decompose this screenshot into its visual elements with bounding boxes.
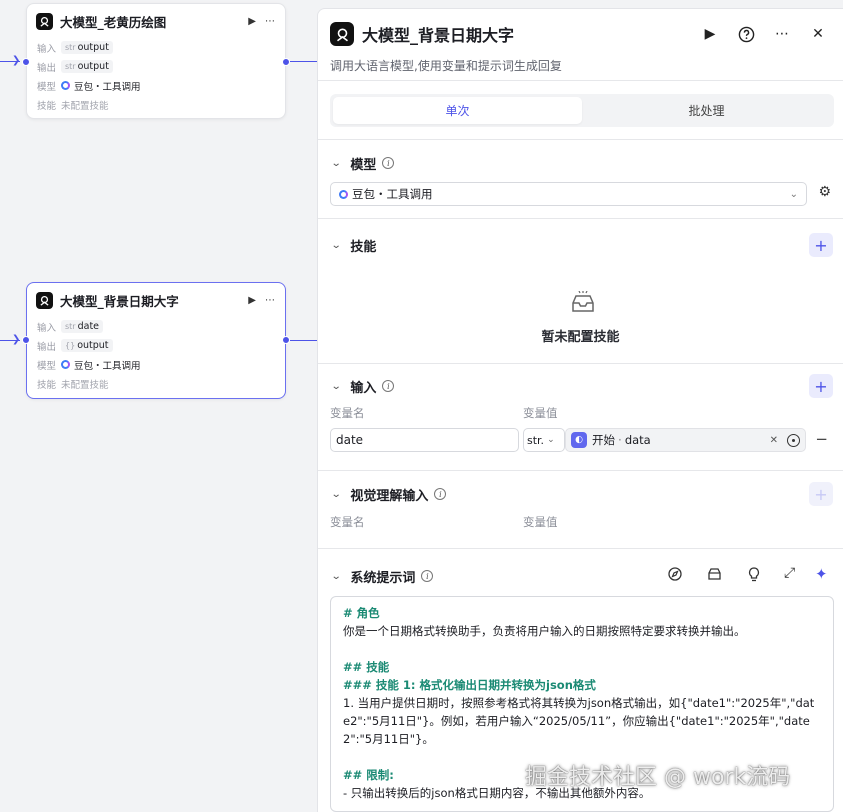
prompt-line (343, 748, 821, 766)
target-icon[interactable] (787, 433, 800, 447)
node-title: 大模型_背景日期大字 (60, 293, 179, 309)
edge-out-node-2 (290, 340, 317, 341)
chevron-down-icon[interactable]: ⌄ (331, 489, 342, 500)
doubao-model-icon (339, 189, 348, 199)
prompt-line: ## 技能 (343, 660, 390, 674)
variable-name-input[interactable]: date (330, 428, 519, 452)
system-prompt-section: ⌄ 系统提示词 i ⤢ ✦ # 角色 你是一个日期格式转换助手，负责将用户输入的… (318, 549, 843, 812)
add-input-button[interactable]: + (809, 374, 833, 398)
prompt-line (343, 640, 821, 658)
chevron-down-icon[interactable]: ⌄ (331, 571, 342, 582)
column-label-name: 变量名 (330, 406, 365, 420)
add-vision-input-button[interactable]: + (809, 482, 833, 506)
prompt-line: # 角色 (343, 606, 380, 620)
close-icon[interactable]: ✕ (805, 21, 831, 47)
node-output-row: 输出 str output (27, 57, 285, 76)
ai-optimize-icon[interactable]: ✦ (815, 565, 828, 583)
inputs-section: ⌄ 输入 i + 变量名 变量值 date str. ⌄ ◐ 开始 · data… (318, 364, 843, 471)
add-skill-button[interactable]: + (809, 233, 833, 257)
chevron-down-icon: ⌄ (789, 188, 798, 200)
node-model-row: 模型 豆包・工具调用 (37, 360, 141, 372)
node-config-panel: 大模型_背景日期大字 ▶ ⋯ ✕ 调用大语言模型,使用变量和提示词生成回复 单次… (317, 8, 843, 812)
model-section: ⌄ 模型 i 豆包・工具调用 ⌄ ⚙ (318, 140, 843, 219)
compass-icon[interactable] (668, 567, 682, 585)
llm-node-icon (36, 291, 53, 309)
info-icon[interactable]: i (421, 570, 434, 582)
info-icon[interactable]: i (382, 157, 395, 169)
chevron-down-icon[interactable]: ⌄ (331, 158, 342, 169)
prompt-line: 1. 当用户提供日期时，按照参考格式将其转换为json格式输出，如{"date1… (343, 696, 815, 746)
node-input-port[interactable] (22, 336, 30, 344)
node-input-port[interactable] (22, 58, 30, 66)
remove-input-icon[interactable]: − (815, 430, 828, 448)
system-prompt-editor[interactable]: # 角色 你是一个日期格式转换助手，负责将用户输入的日期按照特定要求转换并输出。… (330, 596, 834, 812)
node-output-row: 输出{} output (27, 336, 285, 355)
edge-arrow-icon: ❯ (12, 55, 21, 66)
lightbulb-icon[interactable] (748, 567, 760, 586)
section-title: 技能 (350, 239, 377, 255)
node-skill-row: 技能 未配置技能 (37, 379, 109, 391)
column-label-value: 变量值 (523, 515, 558, 529)
prompt-line: - 只输出转换后的json格式日期内容，不输出其他额外内容。 (343, 786, 651, 800)
tab-batch[interactable]: 批处理 (582, 97, 831, 124)
node-skill-row: 技能 未配置技能 (37, 100, 109, 112)
doubao-model-icon (61, 360, 70, 369)
prompt-line: ## 限制: (343, 768, 394, 782)
llm-node-bg-date[interactable]: 大模型_背景日期大字 ▶ ⋯ 输入 str date 输出{} output 模型 豆包… (22, 282, 290, 399)
chevron-down-icon[interactable]: ⌄ (331, 381, 342, 392)
section-title: 系统提示词 (350, 570, 416, 586)
llm-node-icon (36, 12, 53, 30)
node-title: 大模型_老黄历绘图 (60, 14, 167, 30)
run-node-icon[interactable]: ▶ (248, 16, 256, 27)
run-mode-tabs: 单次 批处理 (330, 94, 834, 127)
skills-section: ⌄ 技能 + 暂未配置技能 (318, 219, 843, 364)
llm-node-lao-huang-li[interactable]: 大模型_老黄历绘图 ▶ ⋯ 输入 str output 输出 str output 模型… (22, 3, 290, 119)
skills-empty-text: 暂未配置技能 (541, 330, 620, 345)
panel-header: 大模型_背景日期大字 ▶ ⋯ ✕ 调用大语言模型,使用变量和提示词生成回复 (318, 9, 843, 81)
clear-icon[interactable]: ✕ (770, 435, 778, 446)
node-input-row: 输入 str date (27, 317, 285, 336)
chevron-down-icon: ⌄ (547, 435, 555, 445)
node-input-row: 输入 str output (27, 38, 285, 57)
edge-arrow-icon: ❯ (12, 334, 21, 345)
llm-node-icon (330, 22, 354, 46)
section-title: 模型 (350, 157, 377, 173)
model-settings-icon[interactable]: ⚙ (818, 184, 831, 200)
more-icon[interactable]: ⋯ (265, 295, 275, 306)
panel-description[interactable]: 调用大语言模型,使用变量和提示词生成回复 (330, 57, 831, 74)
more-icon[interactable]: ⋯ (265, 16, 275, 27)
expand-icon[interactable]: ⤢ (784, 565, 795, 581)
node-model-row: 模型 豆包・工具调用 (37, 81, 141, 93)
column-label-value: 变量值 (523, 406, 558, 420)
column-label-name: 变量名 (330, 515, 365, 529)
run-node-icon[interactable]: ▶ (248, 295, 256, 306)
vision-input-section: ⌄ 视觉理解输入 i + 变量名 变量值 (318, 471, 843, 549)
run-icon[interactable]: ▶ (697, 21, 723, 47)
info-icon[interactable]: i (382, 380, 395, 392)
model-select[interactable]: 豆包・工具调用 ⌄ (330, 182, 807, 206)
panel-title[interactable]: 大模型_背景日期大字 (362, 22, 687, 46)
section-title: 输入 (350, 380, 377, 396)
start-node-icon: ◐ (571, 432, 587, 448)
variable-type-select[interactable]: str. ⌄ (523, 428, 565, 452)
prompt-library-icon[interactable] (707, 567, 722, 585)
section-title: 视觉理解输入 (350, 488, 429, 504)
info-icon[interactable]: i (434, 488, 447, 500)
empty-box-icon (570, 290, 596, 318)
tab-single[interactable]: 单次 (333, 97, 582, 124)
edge-out-node-1 (290, 61, 317, 62)
node-output-port[interactable] (282, 58, 290, 66)
prompt-line: ### 技能 1: 格式化输出日期并转换为json格式 (343, 678, 596, 692)
chevron-down-icon[interactable]: ⌄ (331, 240, 342, 251)
help-icon[interactable] (733, 21, 759, 47)
node-output-port[interactable] (282, 336, 290, 344)
more-icon[interactable]: ⋯ (769, 21, 795, 47)
doubao-model-icon (61, 81, 70, 90)
variable-ref-select[interactable]: ◐ 开始 · data ✕ (565, 428, 806, 452)
prompt-line: 你是一个日期格式转换助手，负责将用户输入的日期按照特定要求转换并输出。 (343, 624, 746, 638)
